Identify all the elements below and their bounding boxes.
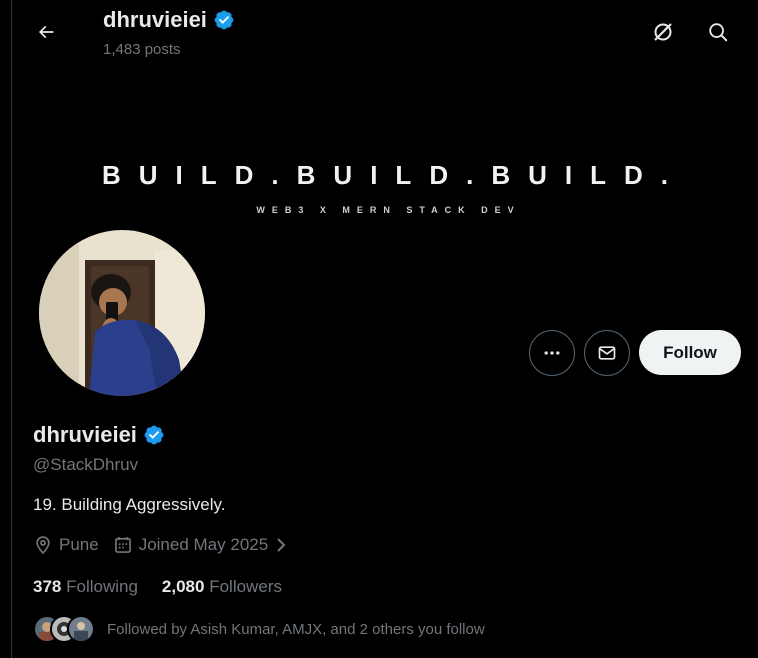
followers-link[interactable]: 2,080 Followers (162, 577, 282, 597)
following-label: Following (66, 577, 138, 596)
following-link[interactable]: 378 Following (33, 577, 138, 597)
mutual-avatar (67, 615, 95, 643)
search-button[interactable] (700, 14, 736, 50)
verified-badge-icon (214, 10, 234, 30)
mail-icon (598, 346, 616, 360)
followed-by-row[interactable]: Followed by Asish Kumar, AMJX, and 2 oth… (33, 615, 485, 643)
followers-label: Followers (209, 577, 282, 596)
following-count: 378 (33, 577, 62, 596)
banner-title: BUILD.BUILD.BUILD. (102, 160, 686, 190)
search-icon (709, 23, 728, 42)
back-button[interactable] (28, 14, 64, 50)
profile-bio: 19. Building Aggressively. (33, 495, 226, 514)
followed-by-text: Followed by Asish Kumar, AMJX, and 2 oth… (107, 620, 485, 638)
location-item: Pune (33, 535, 99, 555)
arrow-left-icon (38, 25, 54, 39)
grok-icon (654, 23, 672, 41)
chevron-right-icon (277, 538, 286, 552)
calendar-icon (114, 537, 131, 553)
profile-header: dhruvieiei 1,483 posts (0, 0, 758, 64)
display-name: dhruvieiei (33, 422, 137, 447)
joined-item[interactable]: Joined May 2025 (113, 535, 288, 555)
joined-text: Joined May 2025 (138, 535, 269, 554)
display-name-row: dhruvieiei (33, 422, 165, 448)
banner-subtitle: WEB3 X MERN STACK DEV (256, 205, 521, 215)
message-button[interactable] (584, 330, 630, 376)
header-name: dhruvieiei (103, 7, 207, 32)
more-button[interactable] (529, 330, 575, 376)
follow-counts: 378 Following 2,080 Followers (33, 577, 306, 597)
user-handle: @StackDhruv (33, 455, 139, 474)
profile-meta: Pune Joined May 2025 (33, 535, 302, 555)
header-title: dhruvieiei (103, 7, 235, 33)
more-icon (544, 351, 560, 355)
mutual-avatars (33, 615, 95, 643)
avatar-photo (39, 230, 205, 396)
location-pin-icon (36, 536, 50, 555)
post-count: 1,483 posts (103, 41, 181, 58)
location-text: Pune (59, 535, 99, 554)
profile-avatar[interactable] (36, 227, 208, 399)
followers-count: 2,080 (161, 577, 205, 596)
grok-button[interactable] (645, 14, 681, 50)
verified-badge-icon[interactable] (143, 424, 165, 446)
follow-button[interactable]: Follow (639, 330, 741, 375)
